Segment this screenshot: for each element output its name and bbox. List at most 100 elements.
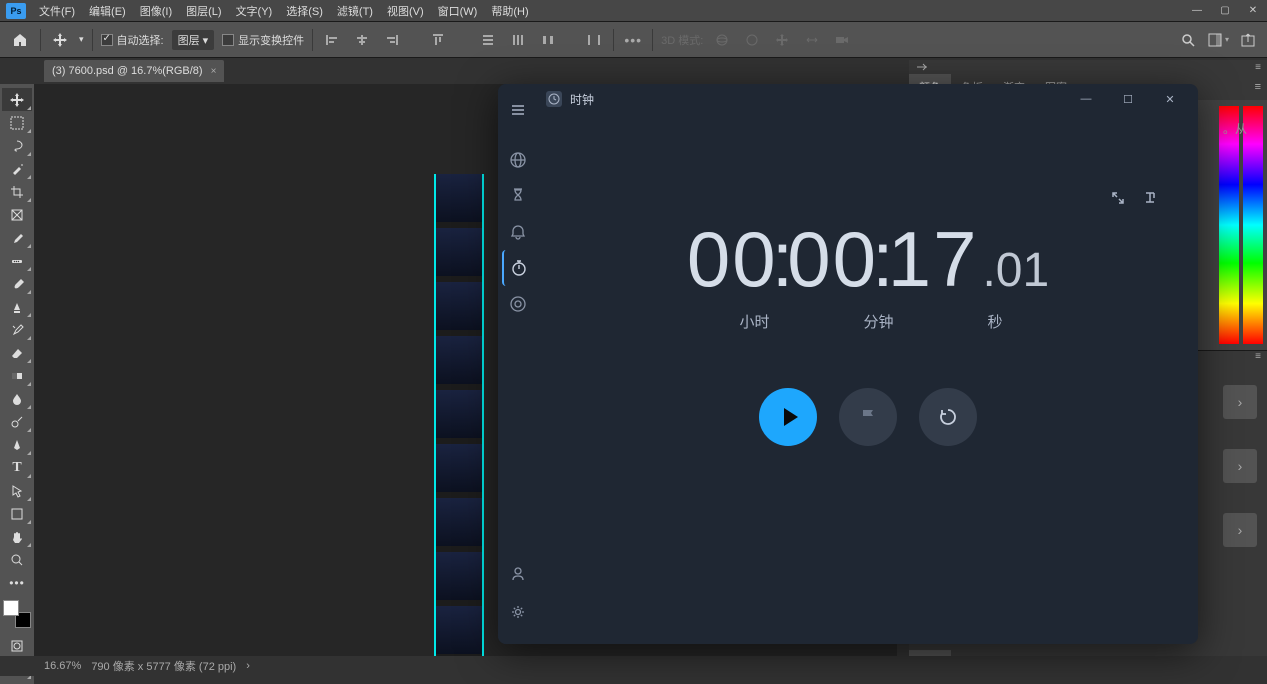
play-button[interactable]	[759, 388, 817, 446]
expand-chevron-3[interactable]: ›	[1223, 513, 1257, 547]
3d-pan-icon	[771, 29, 793, 51]
clock-minimize-button[interactable]: —	[1066, 85, 1106, 113]
quick-mask-icon[interactable]	[2, 634, 32, 657]
nav-alarm[interactable]	[502, 214, 534, 250]
align-center-h-icon[interactable]	[351, 29, 373, 51]
clock-main: 时钟 — ☐ ✕ 00 : 00 : 17 .01 小时 分钟	[538, 84, 1198, 644]
fraction-value: 01	[996, 244, 1049, 297]
menu-image[interactable]: 图像(I)	[133, 0, 179, 21]
dodge-tool[interactable]	[2, 410, 32, 433]
healing-brush-tool[interactable]	[2, 249, 32, 272]
nav-settings[interactable]	[502, 594, 534, 630]
status-bar: 16.67% 790 像素 x 5777 像素 (72 ppi) ›	[0, 656, 1267, 676]
eyedropper-tool[interactable]	[2, 226, 32, 249]
expand-chevron-1[interactable]: ›	[1223, 385, 1257, 419]
hours-value: 00	[687, 214, 778, 305]
menu-window[interactable]: 窗口(W)	[431, 0, 485, 21]
zoom-value[interactable]: 16.67%	[44, 660, 81, 672]
clock-maximize-button[interactable]: ☐	[1108, 85, 1148, 113]
hue-strip-2[interactable]	[1243, 106, 1263, 344]
color-swatches[interactable]	[3, 600, 31, 628]
statusbar-chevron-icon[interactable]: ›	[246, 660, 250, 672]
label-hours: 小时	[739, 311, 769, 332]
document-tab[interactable]: (3) 7600.psd @ 16.7%(RGB/8) ×	[44, 60, 224, 82]
search-icon[interactable]	[1177, 29, 1199, 51]
hue-strip[interactable]	[1219, 106, 1239, 344]
nav-world-clock[interactable]	[502, 142, 534, 178]
magic-wand-tool[interactable]	[2, 157, 32, 180]
show-transform-checkbox[interactable]: 显示变换控件	[222, 32, 304, 48]
3d-orbit-icon	[711, 29, 733, 51]
3d-roll-icon	[741, 29, 763, 51]
clock-close-button[interactable]: ✕	[1150, 85, 1190, 113]
dist-center-v-icon[interactable]	[507, 29, 529, 51]
more-options-icon[interactable]: •••	[622, 29, 644, 51]
doc-info[interactable]: 790 像素 x 5777 像素 (72 ppi)	[91, 658, 236, 674]
eraser-tool[interactable]	[2, 341, 32, 364]
reset-button[interactable]	[919, 388, 977, 446]
blur-tool[interactable]	[2, 387, 32, 410]
path-selection-tool[interactable]	[2, 479, 32, 502]
3d-camera-icon	[831, 29, 853, 51]
crop-tool[interactable]	[2, 180, 32, 203]
dist-bottom-icon[interactable]	[537, 29, 559, 51]
hand-tool[interactable]	[2, 525, 32, 548]
menu-view[interactable]: 视图(V)	[380, 0, 431, 21]
nav-timer[interactable]	[502, 178, 534, 214]
type-tool[interactable]: T	[2, 456, 32, 479]
clock-titlebar[interactable]: 时钟 — ☐ ✕	[538, 84, 1198, 114]
dist-spacing-icon[interactable]	[583, 29, 605, 51]
menu-layer[interactable]: 图层(L)	[179, 0, 228, 21]
ps-close-button[interactable]: ✕	[1239, 0, 1267, 21]
document-content	[434, 174, 484, 656]
lasso-tool[interactable]	[2, 134, 32, 157]
marquee-tool[interactable]	[2, 111, 32, 134]
nav-stopwatch[interactable]	[502, 250, 534, 286]
foreground-color[interactable]	[3, 600, 19, 616]
tab-close-button[interactable]: ×	[211, 66, 217, 77]
menu-filter[interactable]: 滤镜(T)	[330, 0, 380, 21]
align-left-icon[interactable]	[321, 29, 343, 51]
clock-app-icon	[546, 91, 562, 107]
brush-tool[interactable]	[2, 272, 32, 295]
panel-menu-icon[interactable]: ≡	[1255, 62, 1267, 73]
menu-edit[interactable]: 编辑(E)	[82, 0, 133, 21]
ps-maximize-button[interactable]: ▢	[1211, 0, 1239, 21]
menu-type[interactable]: 文字(Y)	[229, 0, 280, 21]
lap-button[interactable]	[839, 388, 897, 446]
menu-help[interactable]: 帮助(H)	[484, 0, 535, 21]
clock-sidebar	[498, 84, 538, 644]
zoom-tool[interactable]	[2, 548, 32, 571]
auto-select-dropdown[interactable]: 图层 ▾	[172, 30, 215, 50]
align-right-icon[interactable]	[381, 29, 403, 51]
home-button[interactable]	[8, 28, 32, 52]
share-icon[interactable]	[1237, 29, 1259, 51]
nav-account[interactable]	[502, 556, 534, 592]
panel-menu-icon[interactable]: ≡	[1249, 81, 1267, 93]
collapse-icon[interactable]	[915, 62, 929, 72]
expand-icon[interactable]	[1110, 190, 1126, 206]
auto-select-checkbox[interactable]: ✓ 自动选择:	[101, 32, 164, 48]
move-tool-icon[interactable]	[49, 29, 71, 51]
menu-file[interactable]: 文件(F)	[32, 0, 82, 21]
gradient-tool[interactable]	[2, 364, 32, 387]
ps-minimize-button[interactable]: —	[1183, 0, 1211, 21]
clock-menu-button[interactable]	[502, 92, 534, 128]
expand-chevron-2[interactable]: ›	[1223, 449, 1257, 483]
shape-tool[interactable]	[2, 502, 32, 525]
workspace-icon[interactable]: ▾	[1207, 29, 1229, 51]
clone-stamp-tool[interactable]	[2, 295, 32, 318]
pin-icon[interactable]	[1142, 190, 1158, 206]
frame-tool[interactable]	[2, 203, 32, 226]
pen-tool[interactable]	[2, 433, 32, 456]
edit-toolbar-icon[interactable]: •••	[2, 571, 32, 594]
stopwatch-body: 00 : 00 : 17 .01 小时 分钟 秒	[538, 114, 1198, 644]
nav-focus[interactable]	[502, 286, 534, 322]
move-tool[interactable]	[2, 88, 32, 111]
tools-panel: T •••	[0, 84, 34, 684]
menu-select[interactable]: 选择(S)	[279, 0, 330, 21]
stopwatch-display: 00 : 00 : 17 .01	[687, 214, 1049, 305]
dist-top-icon[interactable]	[477, 29, 499, 51]
history-brush-tool[interactable]	[2, 318, 32, 341]
align-top-icon[interactable]	[427, 29, 449, 51]
